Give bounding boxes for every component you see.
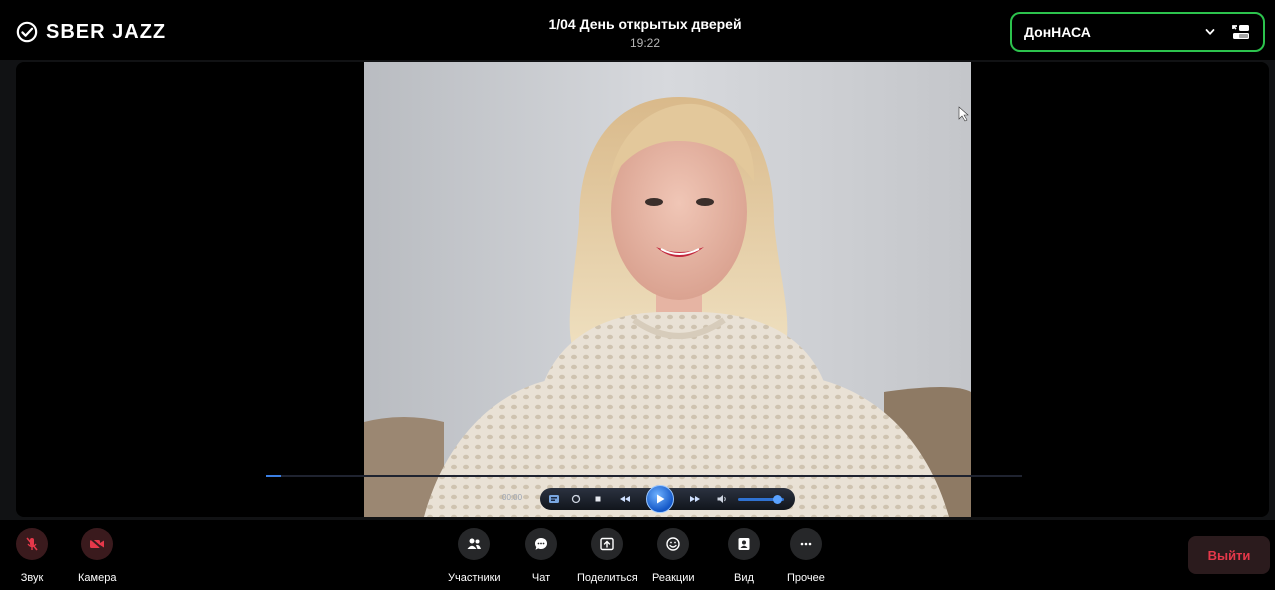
shared-video[interactable] [364, 62, 971, 517]
smile-icon [666, 537, 680, 551]
reactions-button-circle[interactable] [657, 528, 690, 560]
meeting-time: 19:22 [629, 36, 661, 50]
reactions-button[interactable]: Реакции [652, 528, 695, 584]
video-seek-bar[interactable] [266, 475, 1022, 477]
reactions-label: Реакции [652, 572, 695, 584]
participants-label: Участники [448, 572, 501, 584]
meeting-title: 1/04 День открытых дверей [548, 16, 742, 32]
play-icon [657, 494, 665, 504]
chat-button-circle[interactable] [525, 528, 557, 560]
view-button[interactable]: Вид [728, 528, 760, 584]
player-time: 00:00 [502, 493, 523, 502]
playlist-icon[interactable] [548, 493, 560, 505]
view-label: Вид [734, 572, 754, 584]
switch-account-icon[interactable] [1231, 23, 1251, 41]
share-button-circle[interactable] [591, 528, 624, 560]
account-selector[interactable]: ДонНАСА [1010, 12, 1265, 52]
participants-icon [467, 538, 482, 549]
chat-label: Чат [531, 572, 551, 584]
more-label: Прочее [787, 572, 825, 584]
stop-icon[interactable] [592, 493, 604, 505]
more-button[interactable]: Прочее [787, 528, 825, 584]
fast-forward-icon[interactable] [684, 493, 706, 505]
more-dots-icon [800, 542, 812, 546]
video-picture [364, 62, 971, 517]
volume-knob[interactable] [773, 494, 783, 504]
layout-view-icon [738, 538, 750, 550]
volume-slider[interactable] [738, 494, 784, 504]
account-name: ДонНАСА [1024, 24, 1091, 40]
share-screen-icon [600, 537, 615, 551]
meeting-info: 1/04 День открытых дверей 19:22 [480, 16, 810, 50]
share-button[interactable]: Поделиться [577, 528, 638, 584]
sberjazz-window: SBER JAZZ 1/04 День открытых дверей 19:2… [0, 0, 1275, 590]
brand-name: SBER JAZZ [46, 20, 167, 43]
more-button-circle[interactable] [789, 528, 822, 560]
camera-off-icon [89, 537, 105, 551]
header-bar: SBER JAZZ 1/04 День открытых дверей 19:2… [0, 0, 1275, 60]
camera-button-circle[interactable] [81, 528, 114, 560]
view-button-circle[interactable] [728, 528, 760, 560]
sber-check-icon [16, 21, 38, 43]
play-button[interactable] [646, 485, 674, 513]
participants-button-circle[interactable] [458, 528, 491, 560]
call-toolbar: Звук Камера Участники Чат Поделиться Реа… [0, 520, 1275, 590]
rewind-icon[interactable] [614, 493, 636, 505]
mic-off-icon [26, 537, 38, 551]
camera-label: Камера [78, 572, 117, 584]
sound-label: Звук [20, 572, 44, 584]
chat-button[interactable]: Чат [525, 528, 557, 584]
sound-button-circle[interactable] [16, 528, 48, 560]
exit-button[interactable]: Выйти [1188, 536, 1270, 574]
participants-button[interactable]: Участники [448, 528, 501, 584]
video-seek-progress [266, 475, 282, 477]
chevron-down-icon[interactable] [1205, 27, 1215, 37]
volume-icon[interactable] [716, 493, 728, 505]
brand-logo: SBER JAZZ [16, 20, 166, 44]
chat-icon [535, 538, 547, 550]
camera-button[interactable]: Камера [78, 528, 116, 584]
sound-button[interactable]: Звук [16, 528, 48, 584]
media-player-controls [540, 485, 795, 513]
share-label: Поделиться [577, 572, 638, 584]
repeat-icon[interactable] [570, 493, 582, 505]
video-stage: 00:00 [16, 62, 1269, 517]
